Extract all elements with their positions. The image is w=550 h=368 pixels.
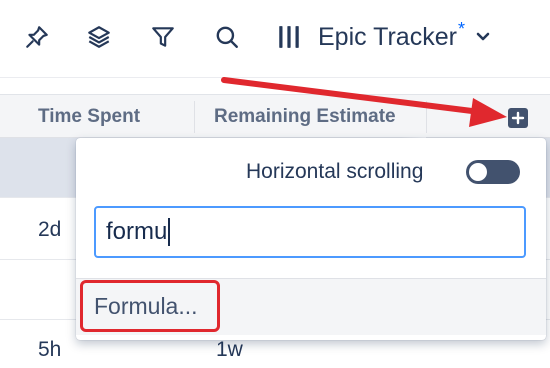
column-search-input[interactable]: formu bbox=[94, 206, 526, 258]
cell-remaining-estimate: 1w bbox=[216, 338, 243, 361]
chevron-down-icon bbox=[476, 32, 490, 41]
column-resize-handle[interactable] bbox=[194, 101, 195, 133]
toggle-knob bbox=[469, 163, 487, 181]
plus-icon bbox=[511, 111, 525, 125]
unsaved-marker: * bbox=[457, 18, 465, 39]
cell-time-spent: 5h bbox=[38, 338, 62, 361]
column-search-value: formu bbox=[106, 218, 168, 245]
column-header-remaining-estimate[interactable]: Remaining Estimate bbox=[214, 95, 424, 139]
toolbar: Epic Tracker * bbox=[0, 0, 550, 78]
horizontal-scrolling-toggle[interactable] bbox=[466, 160, 520, 184]
annotation-highlight-box bbox=[80, 280, 220, 332]
cell-time-spent: 2d bbox=[38, 218, 62, 241]
column-header-time-spent[interactable]: Time Spent bbox=[38, 95, 188, 139]
view-selector[interactable]: Epic Tracker * bbox=[318, 18, 491, 54]
table-header: Time Spent Remaining Estimate bbox=[0, 94, 550, 139]
filter-icon[interactable] bbox=[148, 22, 178, 52]
add-column-button[interactable] bbox=[508, 108, 528, 128]
pin-icon[interactable] bbox=[22, 22, 52, 52]
view-name: Epic Tracker bbox=[318, 22, 457, 51]
text-caret bbox=[168, 218, 171, 246]
columns-icon[interactable] bbox=[274, 22, 304, 52]
column-resize-handle[interactable] bbox=[426, 101, 427, 133]
header-fade bbox=[402, 95, 426, 139]
horizontal-scrolling-label: Horizontal scrolling bbox=[246, 160, 424, 183]
layers-icon[interactable] bbox=[84, 22, 114, 52]
search-icon[interactable] bbox=[212, 22, 242, 52]
